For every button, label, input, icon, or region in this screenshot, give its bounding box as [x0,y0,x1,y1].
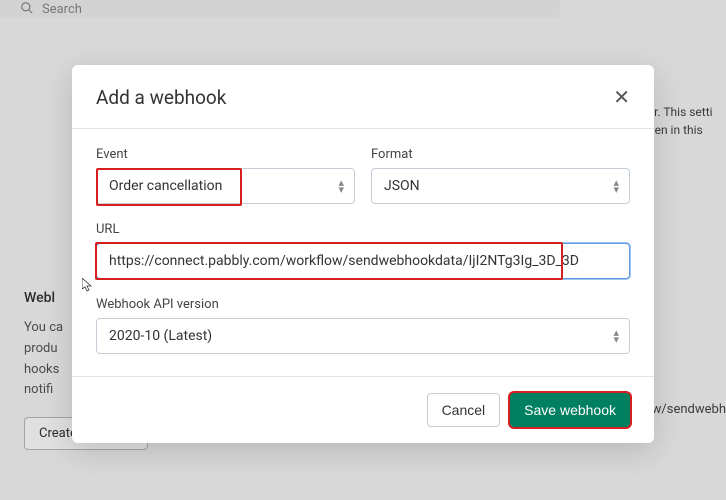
format-field-group: Format JSON ▴▾ [371,147,630,204]
url-input[interactable] [96,243,630,279]
chevron-updown-icon: ▴▾ [613,179,619,193]
url-label: URL [96,222,630,237]
modal-body: Event Order cancellation ▴▾ Format JSON … [72,129,654,377]
save-webhook-button[interactable]: Save webhook [510,393,630,427]
event-label: Event [96,147,355,162]
cancel-button[interactable]: Cancel [427,393,501,427]
format-select[interactable]: JSON ▴▾ [371,168,630,204]
modal-title: Add a webhook [96,86,226,109]
url-field-group: URL [96,222,630,279]
modal-footer: Cancel Save webhook [72,377,654,443]
version-label: Webhook API version [96,297,630,312]
close-icon[interactable]: ✕ [613,85,630,110]
add-webhook-modal: Add a webhook ✕ Event Order cancellation… [72,65,654,443]
chevron-updown-icon: ▴▾ [338,179,344,193]
format-label: Format [371,147,630,162]
event-select[interactable]: Order cancellation ▴▾ [96,168,355,204]
version-select[interactable]: 2020-10 (Latest) ▴▾ [96,318,630,354]
chevron-updown-icon: ▴▾ [613,329,619,343]
event-field-group: Event Order cancellation ▴▾ [96,147,355,204]
version-field-group: Webhook API version 2020-10 (Latest) ▴▾ [96,297,630,354]
modal-header: Add a webhook ✕ [72,65,654,129]
